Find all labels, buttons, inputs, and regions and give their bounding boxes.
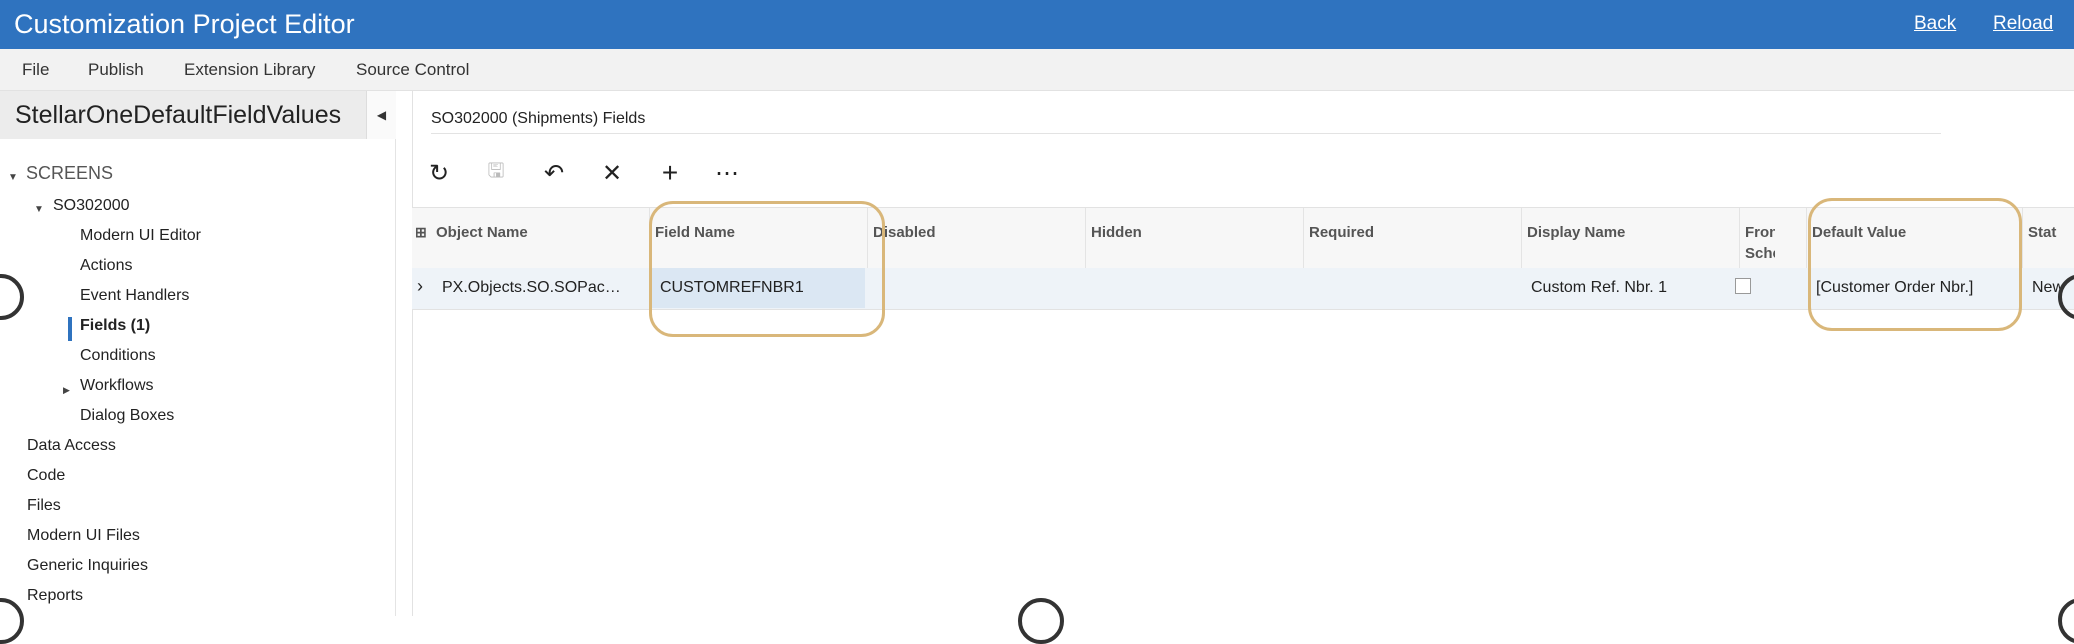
column-divider: [1806, 208, 1807, 268]
col-object-name[interactable]: Object Name: [436, 222, 646, 243]
column-divider: [2022, 208, 2023, 268]
cell-object-name[interactable]: PX.Objects.SO.SOPac…: [442, 279, 642, 297]
tree-code[interactable]: Code: [27, 467, 65, 485]
more-button[interactable]: ⋯: [711, 157, 743, 189]
menu-source-control[interactable]: Source Control: [356, 60, 469, 80]
tree-reports[interactable]: Reports: [27, 587, 83, 605]
delete-icon: ✕: [601, 159, 623, 187]
col-display-name[interactable]: Display Name: [1527, 222, 1727, 243]
menu-publish[interactable]: Publish: [88, 60, 144, 80]
sidebar: StellarOneDefaultFieldValues ◀ ▼ SCREENS…: [0, 91, 396, 616]
delete-button[interactable]: ✕: [596, 157, 628, 189]
collapse-sidebar-button[interactable]: ◀: [366, 91, 396, 139]
tree-generic-inquiries[interactable]: Generic Inquiries: [27, 557, 148, 575]
menu-extension-library[interactable]: Extension Library: [184, 60, 315, 80]
add-icon: +: [661, 157, 679, 188]
tree-screens[interactable]: SCREENS: [26, 163, 113, 184]
col-disabled[interactable]: Disabled: [873, 222, 1083, 243]
column-divider: [1739, 208, 1740, 268]
chevron-right-icon[interactable]: ›: [417, 276, 423, 297]
undo-button[interactable]: ↶: [538, 157, 570, 189]
tree-actions[interactable]: Actions: [80, 257, 132, 275]
more-icon: ⋯: [715, 159, 739, 187]
col-status[interactable]: Stat: [2028, 222, 2074, 243]
tree-workflows[interactable]: Workflows: [80, 377, 154, 395]
save-icon: 🖫: [487, 160, 505, 182]
tree-modern-ui-editor[interactable]: Modern UI Editor: [80, 227, 201, 245]
col-required[interactable]: Required: [1309, 222, 1519, 243]
undo-icon: ↶: [543, 159, 565, 187]
tree-event-handlers[interactable]: Event Handlers: [80, 287, 189, 305]
field-name-highlight: [649, 201, 885, 337]
column-divider: [1521, 208, 1522, 268]
menu-bar: File Publish Extension Library Source Co…: [0, 49, 2074, 91]
tree-conditions[interactable]: Conditions: [80, 347, 156, 365]
column-chooser-icon[interactable]: ⊞: [415, 222, 427, 243]
default-value-highlight: [1808, 198, 2022, 331]
caret-down-icon[interactable]: ▼: [34, 204, 44, 215]
main-panel: SO302000 (Shipments) Fields ↻ 🖫 ↶ ✕ + ⋯ …: [412, 91, 2074, 616]
selected-indicator: [68, 317, 72, 341]
refresh-icon: ↻: [428, 159, 450, 187]
project-header: StellarOneDefaultFieldValues ◀: [0, 91, 396, 139]
app-title: Customization Project Editor: [14, 9, 355, 39]
back-link[interactable]: Back: [1914, 13, 1956, 35]
column-divider: [1085, 208, 1086, 268]
refresh-button[interactable]: ↻: [423, 157, 455, 189]
project-name: StellarOneDefaultFieldValues: [15, 101, 342, 129]
reload-link[interactable]: Reload: [1993, 13, 2053, 35]
menu-file[interactable]: File: [22, 60, 49, 80]
triangle-left-icon: ◀: [376, 108, 387, 122]
caret-down-icon[interactable]: ▼: [8, 172, 18, 183]
caret-right-icon[interactable]: ▶: [63, 385, 70, 396]
col-from-schema[interactable]: Fron Sche: [1745, 222, 1775, 264]
tree-fields[interactable]: Fields (1): [80, 317, 150, 335]
col-hidden[interactable]: Hidden: [1091, 222, 1301, 243]
tree-screen-so302000[interactable]: SO302000: [53, 197, 130, 215]
tree-files[interactable]: Files: [27, 497, 61, 515]
panel-title: SO302000 (Shipments) Fields: [431, 110, 646, 127]
tree-dialog-boxes[interactable]: Dialog Boxes: [80, 407, 174, 425]
from-schema-checkbox[interactable]: [1735, 278, 1751, 294]
save-button[interactable]: 🖫: [480, 157, 512, 189]
title-bar: Customization Project Editor Back Reload: [0, 0, 2074, 49]
add-button[interactable]: +: [654, 157, 686, 189]
title-underline: [431, 133, 1941, 134]
column-divider: [1303, 208, 1304, 268]
panel-divider: [412, 91, 413, 616]
tree-modern-ui-files[interactable]: Modern UI Files: [27, 527, 140, 545]
tree-data-access[interactable]: Data Access: [27, 437, 116, 455]
corner-marker: [1018, 598, 1064, 644]
cell-display-name[interactable]: Custom Ref. Nbr. 1: [1531, 279, 1731, 297]
